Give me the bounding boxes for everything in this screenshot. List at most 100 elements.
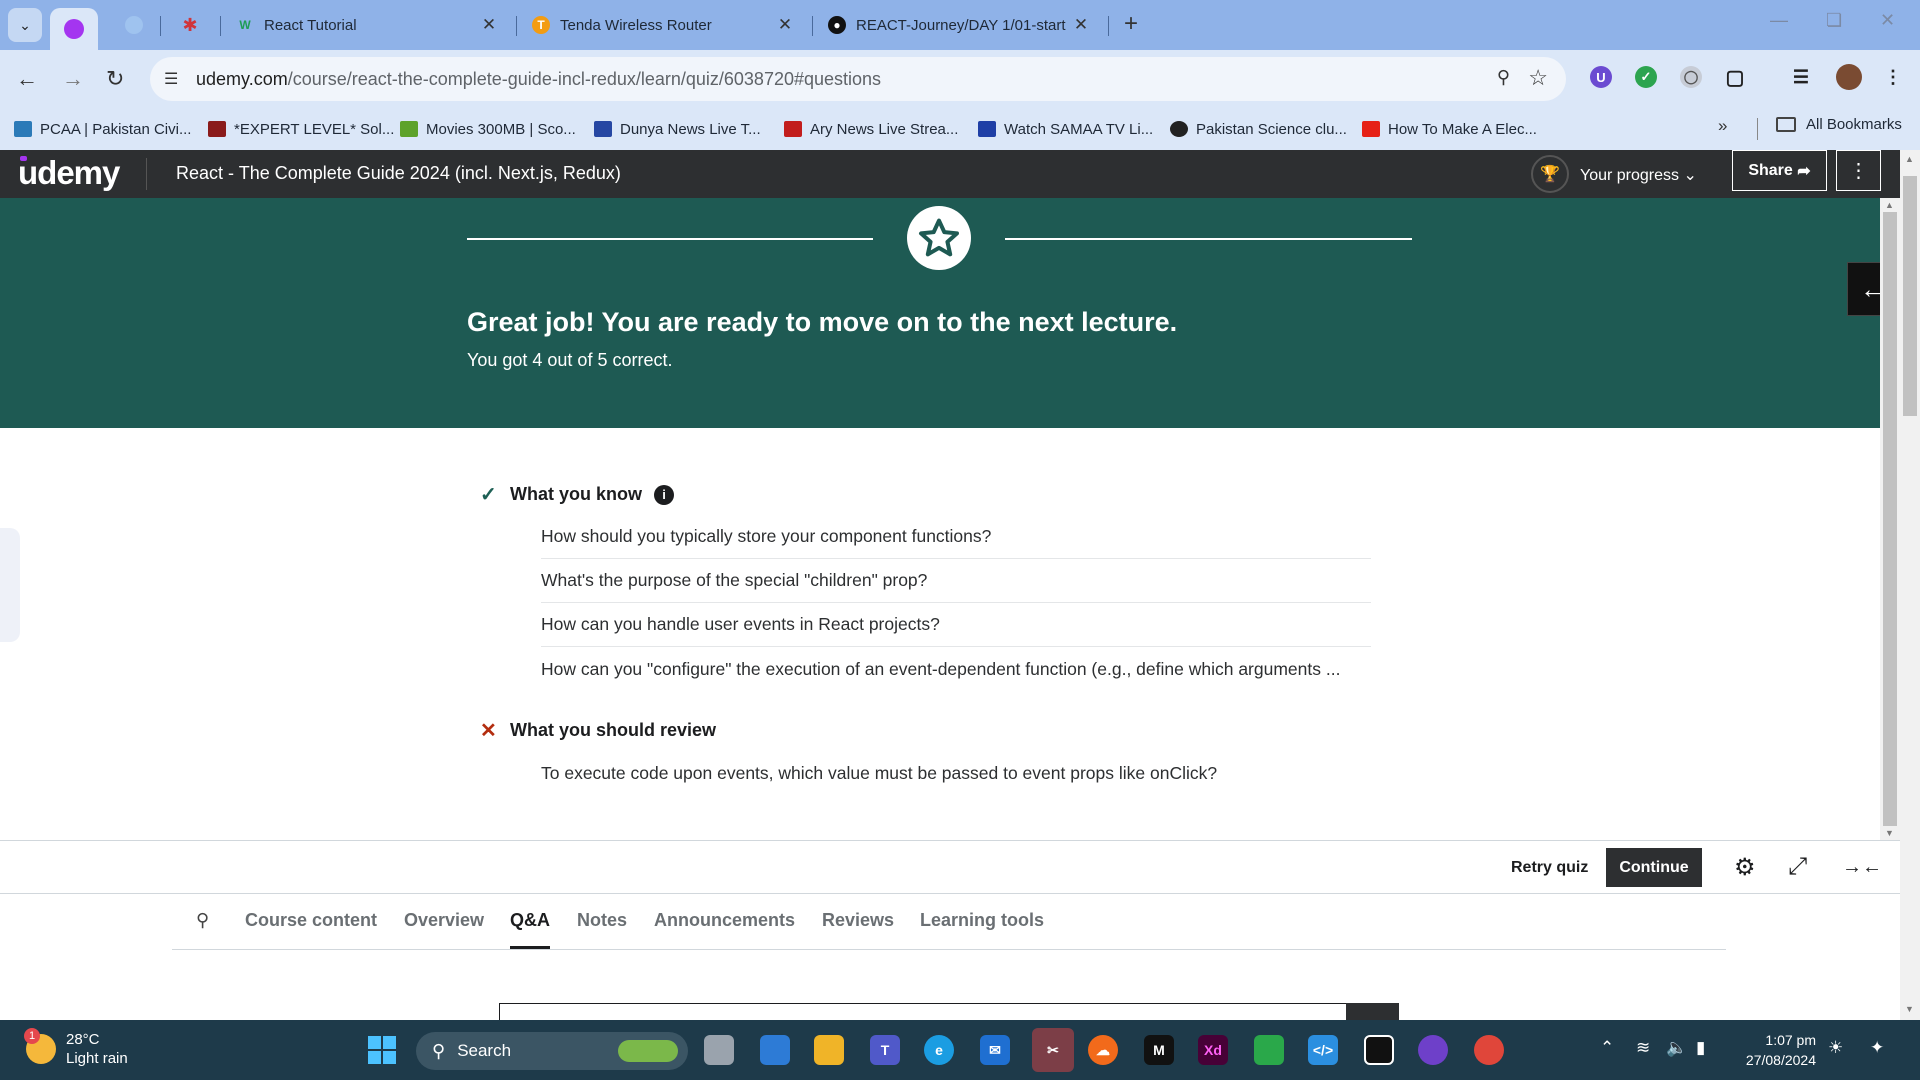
tab-react-journey[interactable]: ● REACT-Journey/DAY 1/01-start ✕ <box>818 8 1100 42</box>
close-icon[interactable]: ✕ <box>776 15 794 35</box>
pinned-tab-2[interactable] <box>112 8 156 42</box>
focus-icon[interactable]: ☀ <box>1828 1038 1843 1058</box>
github-icon: ● <box>828 16 846 34</box>
sidebar-toggle[interactable] <box>0 528 20 642</box>
tab-react-tutorial[interactable]: W React Tutorial ✕ <box>226 8 508 42</box>
chevron-up-icon[interactable]: ⌃ <box>1600 1038 1614 1058</box>
share-button[interactable]: Share ➦ <box>1732 150 1827 191</box>
minimize-icon[interactable]: — <box>1770 10 1788 31</box>
question-item[interactable]: What's the purpose of the special "child… <box>541 559 1371 603</box>
weather-icon: 1 <box>24 1028 56 1064</box>
media-control-icon[interactable]: ☰ <box>1790 66 1812 88</box>
pinned-tab-3[interactable]: ✱ <box>170 8 210 42</box>
puzzle-icon[interactable]: ▢ <box>1724 66 1746 89</box>
tab-announcements[interactable]: Announcements <box>654 910 795 931</box>
close-icon[interactable]: ✕ <box>1072 15 1090 35</box>
bookmark-item[interactable]: Dunya News Live T... <box>594 116 761 142</box>
tab-qa[interactable]: Q&A <box>510 910 550 949</box>
bookmark-item[interactable]: PCAA | Pakistan Civi... <box>14 116 191 142</box>
folder-icon <box>1776 117 1796 132</box>
adobe-xd-icon[interactable]: Xd <box>1198 1035 1228 1065</box>
tab-search-button[interactable]: ⌄ <box>8 8 42 42</box>
system-clock[interactable]: 1:07 pm 27/08/2024 <box>1736 1030 1816 1070</box>
edge-icon[interactable]: e <box>924 1035 954 1065</box>
window-close-icon[interactable]: ✕ <box>1880 10 1895 31</box>
continue-button[interactable]: Continue <box>1606 848 1702 887</box>
task-view-icon[interactable] <box>704 1035 734 1065</box>
collapse-icon[interactable]: →← <box>1842 856 1882 879</box>
wifi-icon[interactable]: ≋ <box>1636 1038 1650 1058</box>
course-header: udemy React - The Complete Guide 2024 (i… <box>0 150 1900 198</box>
new-tab-button[interactable]: + <box>1124 10 1138 38</box>
bookmark-item[interactable]: *EXPERT LEVEL* Sol... <box>208 116 394 142</box>
close-icon[interactable]: ✕ <box>480 15 498 35</box>
app-window-icon[interactable] <box>1364 1035 1394 1065</box>
question-item[interactable]: How can you "configure" the execution of… <box>541 647 1371 691</box>
taskbar-search[interactable]: ⚲ Search <box>416 1032 688 1070</box>
tab-notes[interactable]: Notes <box>577 910 627 931</box>
battery-icon[interactable]: ▮ <box>1696 1038 1705 1058</box>
bookmark-item[interactable]: Watch SAMAA TV Li... <box>978 116 1153 142</box>
what-you-know-heading: ✓ What you know i <box>480 484 674 506</box>
search-icon[interactable]: ⚲ <box>196 910 209 931</box>
fullscreen-icon[interactable]: ⤢ <box>1788 853 1807 881</box>
meet-icon[interactable] <box>1254 1035 1284 1065</box>
course-title[interactable]: React - The Complete Guide 2024 (incl. N… <box>176 163 621 184</box>
zoom-icon[interactable]: ⚲ <box>1497 67 1510 88</box>
tab-title: REACT-Journey/DAY 1/01-start <box>856 16 1066 34</box>
more-options-icon[interactable]: ⋮ <box>1836 150 1881 191</box>
soundcloud-icon[interactable]: ☁ <box>1088 1035 1118 1065</box>
restore-icon[interactable]: ❏ <box>1826 10 1842 31</box>
bookmark-star-icon[interactable]: ☆ <box>1528 65 1548 91</box>
store-icon[interactable] <box>760 1035 790 1065</box>
weather-condition: Light rain <box>66 1050 128 1067</box>
tab-tenda-router[interactable]: T Tenda Wireless Router ✕ <box>522 8 804 42</box>
copilot-icon[interactable]: ✦ <box>1870 1038 1884 1058</box>
weather-widget[interactable]: 1 28°C Light rain <box>24 1028 128 1068</box>
file-explorer-icon[interactable] <box>814 1035 844 1065</box>
forward-icon[interactable]: → <box>62 66 84 92</box>
snipping-tool-icon[interactable]: ✂ <box>1032 1028 1074 1072</box>
page-scrollbar[interactable]: ▲ ▼ <box>1900 150 1920 1020</box>
volume-icon[interactable]: 🔈 <box>1666 1038 1687 1058</box>
tab-overview[interactable]: Overview <box>404 910 484 931</box>
bookmark-item[interactable]: How To Make A Elec... <box>1362 116 1537 142</box>
vscode-icon[interactable]: </> <box>1308 1035 1338 1065</box>
teams-icon[interactable]: T <box>870 1035 900 1065</box>
question-item[interactable]: To execute code upon events, which value… <box>541 751 1371 795</box>
github-desktop-icon[interactable] <box>1418 1035 1448 1065</box>
bookmark-item[interactable]: Ary News Live Strea... <box>784 116 958 142</box>
globe-icon <box>125 16 143 34</box>
site-info-icon[interactable]: ☰ <box>164 69 178 89</box>
bookmark-item[interactable]: Pakistan Science clu... <box>1170 116 1347 142</box>
address-bar[interactable]: ☰ udemy.com/course/react-the-complete-gu… <box>150 57 1566 101</box>
notification-badge: 1 <box>24 1028 40 1044</box>
extension-icon[interactable]: ✓ <box>1635 66 1657 88</box>
question-item[interactable]: How can you handle user events in React … <box>541 603 1371 647</box>
retry-quiz-button[interactable]: Retry quiz <box>1511 859 1588 877</box>
share-arrow-icon: ➦ <box>1797 162 1811 180</box>
tab-reviews[interactable]: Reviews <box>822 910 894 931</box>
settings-gear-icon[interactable]: ⚙ <box>1734 853 1756 882</box>
info-icon[interactable]: i <box>654 484 674 505</box>
pinned-tab-udemy[interactable] <box>50 8 98 50</box>
mail-icon[interactable]: ✉ <box>980 1035 1010 1065</box>
avatar[interactable] <box>1836 64 1862 90</box>
bookmarks-overflow-icon[interactable]: » <box>1718 116 1727 136</box>
windows-start-icon[interactable] <box>368 1036 396 1064</box>
extension-icon[interactable]: U <box>1590 66 1612 88</box>
udemy-logo[interactable]: udemy <box>18 154 120 192</box>
chrome-icon[interactable] <box>1474 1035 1504 1065</box>
content-scrollbar[interactable]: ▲ ▼ <box>1880 198 1900 840</box>
kebab-menu-icon[interactable]: ⋮ <box>1882 66 1904 88</box>
tab-course-content[interactable]: Course content <box>245 910 377 931</box>
tab-learning-tools[interactable]: Learning tools <box>920 910 1044 931</box>
bookmark-item[interactable]: Movies 300MB | Sco... <box>400 116 576 142</box>
shield-icon[interactable]: ◯ <box>1680 66 1702 88</box>
all-bookmarks-button[interactable]: All Bookmarks <box>1776 116 1902 133</box>
question-item[interactable]: How should you typically store your comp… <box>541 515 1371 559</box>
m-app-icon[interactable]: M <box>1144 1035 1174 1065</box>
back-icon[interactable]: ← <box>16 66 38 92</box>
reload-icon[interactable]: ↻ <box>106 66 124 92</box>
progress-dropdown[interactable]: Your progress ⌄ <box>1580 165 1697 185</box>
